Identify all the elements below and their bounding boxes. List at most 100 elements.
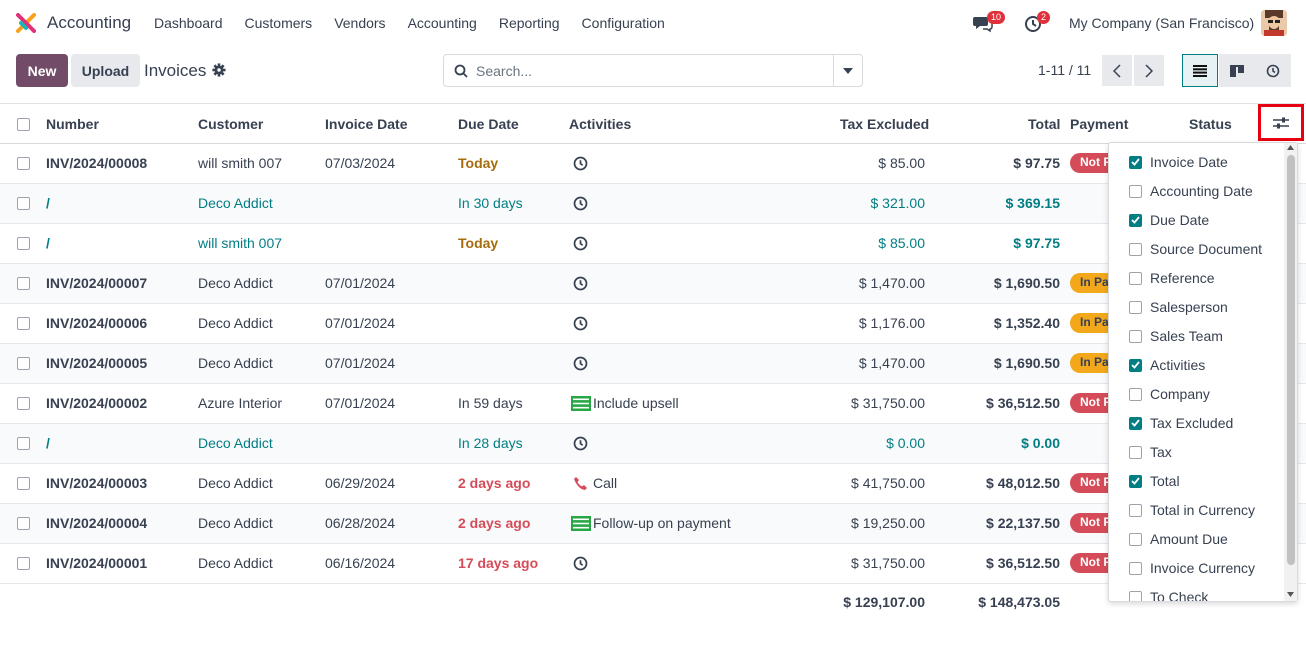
new-button[interactable]: New	[16, 54, 68, 87]
row-checkbox[interactable]	[17, 517, 30, 530]
activity-summary[interactable]: Call	[593, 475, 617, 491]
invoice-number[interactable]: INV/2024/00001	[46, 555, 147, 571]
col-tax-excluded[interactable]: Tax Excluded	[840, 116, 929, 132]
list-view-button[interactable]	[1182, 54, 1218, 87]
clock-icon[interactable]	[573, 356, 588, 371]
scroll-up-icon[interactable]	[1287, 145, 1294, 150]
pager-previous-button[interactable]	[1102, 55, 1132, 86]
optional-column-option[interactable]: Tax Excluded	[1129, 413, 1233, 433]
invoice-number[interactable]: INV/2024/00002	[46, 395, 147, 411]
checkbox-checked[interactable]	[1129, 213, 1142, 227]
optional-column-option[interactable]: Company	[1129, 384, 1210, 404]
checkbox-unchecked[interactable]	[1129, 184, 1142, 198]
optional-column-option[interactable]: Invoice Date	[1129, 152, 1228, 172]
checkbox-unchecked[interactable]	[1129, 532, 1142, 546]
pager-next-button[interactable]	[1134, 55, 1164, 86]
row-checkbox[interactable]	[17, 317, 30, 330]
invoice-number[interactable]: INV/2024/00005	[46, 355, 147, 371]
customer-name[interactable]: Deco Addict	[198, 275, 273, 291]
row-checkbox[interactable]	[17, 157, 30, 170]
upload-button[interactable]: Upload	[71, 54, 140, 87]
customer-name[interactable]: Deco Addict	[198, 555, 273, 571]
invoice-number[interactable]: INV/2024/00008	[46, 155, 147, 171]
invoice-number[interactable]: INV/2024/00006	[46, 315, 147, 331]
activity-view-button[interactable]	[1255, 54, 1291, 87]
pager-value[interactable]: 1-11 / 11	[1038, 62, 1091, 78]
clock-icon[interactable]	[573, 236, 588, 251]
customer-name[interactable]: Deco Addict	[198, 315, 273, 331]
checkbox-unchecked[interactable]	[1129, 242, 1142, 256]
list-icon[interactable]	[571, 396, 591, 411]
row-checkbox[interactable]	[17, 477, 30, 490]
customer-name[interactable]: Deco Addict	[198, 515, 273, 531]
col-status[interactable]: Status	[1189, 116, 1232, 132]
company-switcher[interactable]: My Company (San Francisco)	[1069, 15, 1254, 31]
invoice-number[interactable]: /	[46, 435, 50, 451]
customer-name[interactable]: will smith 007	[198, 235, 282, 251]
checkbox-checked[interactable]	[1129, 474, 1142, 488]
menu-reporting[interactable]: Reporting	[499, 15, 560, 31]
search-options-toggle[interactable]	[833, 55, 862, 86]
optional-column-option[interactable]: Due Date	[1129, 210, 1209, 230]
col-number[interactable]: Number	[46, 116, 99, 132]
kanban-view-button[interactable]	[1219, 54, 1255, 87]
optional-column-option[interactable]: Sales Team	[1129, 326, 1223, 346]
checkbox-unchecked[interactable]	[1129, 503, 1142, 517]
optional-column-option[interactable]: Total	[1129, 471, 1180, 491]
optional-column-option[interactable]: Amount Due	[1129, 529, 1228, 549]
invoice-number[interactable]: INV/2024/00003	[46, 475, 147, 491]
accounting-app-icon[interactable]	[16, 13, 36, 33]
checkbox-unchecked[interactable]	[1129, 387, 1142, 401]
optional-column-option[interactable]: To Check	[1129, 587, 1208, 601]
phone-icon[interactable]	[573, 476, 588, 491]
col-due-date[interactable]: Due Date	[458, 116, 519, 132]
checkbox-unchecked[interactable]	[1129, 561, 1142, 575]
customer-name[interactable]: Deco Addict	[198, 355, 273, 371]
menu-accounting[interactable]: Accounting	[408, 15, 477, 31]
clock-icon[interactable]	[573, 156, 588, 171]
optional-column-option[interactable]: Source Document	[1129, 239, 1262, 259]
scroll-thumb[interactable]	[1287, 155, 1295, 565]
search-input[interactable]	[476, 61, 826, 81]
col-customer[interactable]: Customer	[198, 116, 263, 132]
row-checkbox[interactable]	[17, 397, 30, 410]
scroll-down-icon[interactable]	[1287, 592, 1294, 597]
row-checkbox[interactable]	[17, 277, 30, 290]
checkbox-unchecked[interactable]	[1129, 445, 1142, 459]
clock-icon[interactable]	[573, 276, 588, 291]
checkbox-checked[interactable]	[1129, 416, 1142, 430]
optional-column-option[interactable]: Activities	[1129, 355, 1205, 375]
optional-column-option[interactable]: Accounting Date	[1129, 181, 1253, 201]
optional-column-option[interactable]: Reference	[1129, 268, 1215, 288]
activity-summary[interactable]: Include upsell	[593, 395, 679, 411]
optional-column-option[interactable]: Total in Currency	[1129, 500, 1255, 520]
menu-vendors[interactable]: Vendors	[334, 15, 385, 31]
clock-icon[interactable]	[573, 196, 588, 211]
checkbox-unchecked[interactable]	[1129, 300, 1142, 314]
user-avatar[interactable]	[1261, 10, 1287, 36]
col-payment[interactable]: Payment	[1070, 116, 1128, 132]
invoice-number[interactable]: /	[46, 195, 50, 211]
invoice-number[interactable]: INV/2024/00007	[46, 275, 147, 291]
clock-icon[interactable]	[573, 556, 588, 571]
gear-icon[interactable]	[212, 63, 226, 77]
menu-configuration[interactable]: Configuration	[582, 15, 665, 31]
menu-customers[interactable]: Customers	[245, 15, 313, 31]
activity-summary[interactable]: Follow-up on payment	[593, 515, 731, 531]
row-checkbox[interactable]	[17, 237, 30, 250]
checkbox-unchecked[interactable]	[1129, 590, 1142, 601]
checkbox-unchecked[interactable]	[1129, 329, 1142, 343]
optional-columns-toggle[interactable]	[1258, 104, 1304, 141]
optional-column-option[interactable]: Invoice Currency	[1129, 558, 1255, 578]
checkbox-checked[interactable]	[1129, 358, 1142, 372]
customer-name[interactable]: Deco Addict	[198, 475, 273, 491]
col-invoice-date[interactable]: Invoice Date	[325, 116, 407, 132]
customer-name[interactable]: will smith 007	[198, 155, 282, 171]
dropdown-scrollbar[interactable]	[1284, 143, 1297, 601]
row-checkbox[interactable]	[17, 437, 30, 450]
app-name[interactable]: Accounting	[47, 13, 131, 33]
row-checkbox[interactable]	[17, 557, 30, 570]
invoice-number[interactable]: INV/2024/00004	[46, 515, 147, 531]
customer-name[interactable]: Deco Addict	[198, 435, 273, 451]
menu-dashboard[interactable]: Dashboard	[154, 15, 223, 31]
